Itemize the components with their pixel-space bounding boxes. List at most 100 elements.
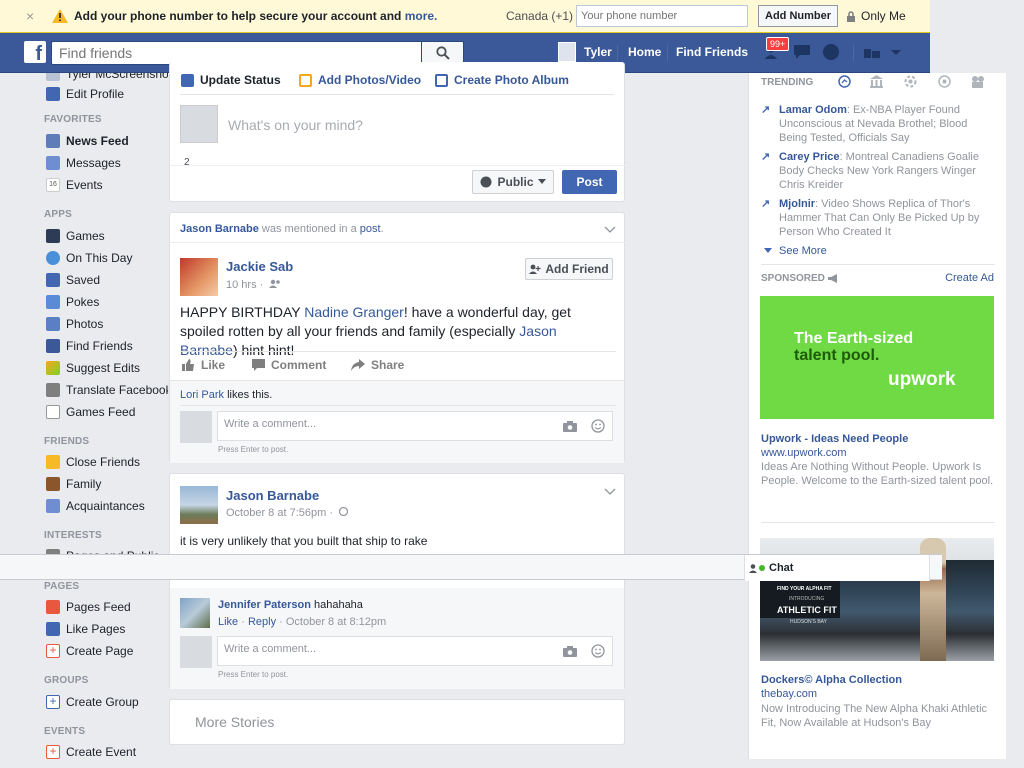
like-button[interactable]: Like xyxy=(182,358,225,372)
sports-icon[interactable] xyxy=(938,75,951,88)
post-link[interactable]: post xyxy=(360,223,381,235)
author-avatar[interactable] xyxy=(180,258,218,296)
author-name[interactable]: Jackie Sab xyxy=(226,259,293,274)
tab-add-photos[interactable]: Add Photos/Video xyxy=(299,73,421,87)
section-interests: INTERESTS xyxy=(44,530,102,541)
tab-update-status[interactable]: Update Status xyxy=(181,73,281,87)
sidebar-item-pages-feed[interactable]: Pages Feed xyxy=(46,598,131,616)
upwork-ad-image[interactable]: The Earth-sized talent pool. upwork xyxy=(760,296,994,419)
lock-icon xyxy=(847,10,855,22)
sidebar-item-events[interactable]: 16 Events xyxy=(46,176,103,194)
science-icon[interactable] xyxy=(904,75,917,88)
controller-icon xyxy=(46,405,60,419)
bookmark-icon xyxy=(46,273,60,287)
sidebar-item-profile[interactable]: Tyler McScreenshots xyxy=(46,73,168,83)
liker-name[interactable]: Lori Park xyxy=(180,389,224,401)
sidebar-item-pokes[interactable]: Pokes xyxy=(46,293,99,311)
sidebar-item-edit-profile[interactable]: Edit Profile xyxy=(46,85,124,103)
sidebar-item-suggest-edits[interactable]: Suggest Edits xyxy=(46,359,140,377)
sidebar-item-create-event[interactable]: + Create Event xyxy=(46,743,136,761)
sidebar-item-games-feed[interactable]: Games Feed xyxy=(46,403,135,421)
phone-number-input[interactable] xyxy=(576,5,748,27)
more-stories-card[interactable]: More Stories xyxy=(169,699,625,745)
status-input[interactable]: What's on your mind? xyxy=(228,117,363,133)
comment-button[interactable]: Comment xyxy=(252,358,326,372)
more-link[interactable]: more. xyxy=(405,9,438,23)
commenter-avatar[interactable] xyxy=(180,598,210,628)
create-ad-link[interactable]: Create Ad xyxy=(945,272,994,284)
chat-tab[interactable]: Chat xyxy=(744,555,930,581)
tab-create-album[interactable]: Create Photo Album xyxy=(435,73,569,87)
chevron-down-icon[interactable] xyxy=(604,226,616,234)
post-button[interactable]: Post xyxy=(562,170,617,194)
sidebar-item-close-friends[interactable]: Close Friends xyxy=(46,453,140,471)
likes-summary: Lori Park likes this. xyxy=(180,389,273,401)
ad-title[interactable]: Upwork - Ideas Need People xyxy=(761,433,908,445)
press-enter-hint: Press Enter to post. xyxy=(218,670,289,679)
sidebar-item-messages[interactable]: Messages xyxy=(46,154,121,172)
share-button[interactable]: Share xyxy=(351,358,404,372)
post-timestamp[interactable]: October 8 at 7:56pm · xyxy=(226,506,349,519)
find-friends-link[interactable]: Find Friends xyxy=(676,45,748,59)
mention-name[interactable]: Jason Barnabe xyxy=(180,223,259,235)
comment-reply-link[interactable]: Reply xyxy=(248,616,276,628)
trending-item[interactable]: ↗ Carey Price: Montreal Canadiens Goalie … xyxy=(761,150,995,192)
facebook-logo[interactable]: f xyxy=(24,41,46,63)
sidebar-item-saved[interactable]: Saved xyxy=(46,271,100,289)
globe-icon[interactable] xyxy=(822,43,840,61)
close-icon[interactable]: × xyxy=(26,8,40,24)
trending-top-icon[interactable] xyxy=(838,75,851,88)
post-timestamp[interactable]: 10 hrs · xyxy=(226,279,281,291)
see-more-link[interactable]: See More xyxy=(764,245,827,257)
sidebar-item-on-this-day[interactable]: On This Day xyxy=(46,249,132,267)
sidebar-item-translate[interactable]: Translate Facebook xyxy=(46,381,168,399)
sidebar-item-acquaintances[interactable]: Acquaintances xyxy=(46,497,145,515)
messages-icon[interactable] xyxy=(792,43,812,61)
trending-arrow-icon: ↗ xyxy=(761,104,771,116)
home-link[interactable]: Home xyxy=(628,45,661,59)
tag-nadine[interactable]: Nadine Granger xyxy=(304,304,404,320)
sidebar-item-find-friends[interactable]: Find Friends xyxy=(46,337,133,355)
audience-selector[interactable]: Public xyxy=(472,170,554,194)
comment-like-link[interactable]: Like xyxy=(218,616,238,628)
privacy-selector[interactable]: Only Me xyxy=(846,9,906,23)
comment-body: Jennifer Paterson hahahaha xyxy=(218,599,363,611)
upwork-logo: upwork xyxy=(888,369,956,390)
privacy-shortcuts-icon[interactable] xyxy=(864,47,880,59)
comment-input[interactable]: Write a comment... xyxy=(217,636,613,666)
photos-icon xyxy=(46,317,60,331)
sidebar-item-create-group[interactable]: + Create Group xyxy=(46,693,139,711)
ad-url[interactable]: www.upwork.com xyxy=(761,447,847,459)
sidebar-item-games[interactable]: Games xyxy=(46,227,105,245)
emoji-icon[interactable] xyxy=(591,419,605,433)
add-friend-button[interactable]: Add Friend xyxy=(525,258,613,280)
trending-item[interactable]: ↗ Mjolnir: Video Shows Replica of Thor's … xyxy=(761,197,995,239)
sidebar-item-photos[interactable]: Photos xyxy=(46,315,103,333)
comment-input[interactable]: Write a comment... xyxy=(217,411,613,441)
camera-icon[interactable] xyxy=(563,421,577,432)
chevron-down-icon[interactable] xyxy=(890,49,902,57)
camera-icon[interactable] xyxy=(563,646,577,657)
author-avatar[interactable] xyxy=(180,486,218,524)
add-number-button[interactable]: Add Number xyxy=(758,5,838,27)
ad-url[interactable]: thebay.com xyxy=(761,688,817,700)
comment-author[interactable]: Jennifer Paterson xyxy=(218,599,311,611)
entertainment-icon[interactable] xyxy=(971,75,986,88)
sidebar-item-create-page[interactable]: + Create Page xyxy=(46,642,133,660)
messages-icon xyxy=(46,156,60,170)
user-avatar[interactable] xyxy=(558,42,576,62)
country-code-select[interactable]: Canada (+1) xyxy=(506,9,573,23)
sidebar-item-like-pages[interactable]: Like Pages xyxy=(46,620,125,638)
sidebar-item-news-feed[interactable]: News Feed xyxy=(46,132,129,150)
author-name[interactable]: Jason Barnabe xyxy=(226,488,319,503)
emoji-icon[interactable] xyxy=(591,644,605,658)
politics-icon[interactable] xyxy=(870,75,883,88)
left-sidebar: Tyler McScreenshots Edit Profile FAVORIT… xyxy=(0,73,168,768)
sidebar-item-family[interactable]: Family xyxy=(46,475,101,493)
trending-item[interactable]: ↗ Lamar Odom: Ex-NBA Player Found Unconsc… xyxy=(761,103,995,145)
album-icon xyxy=(435,73,448,87)
profile-link[interactable]: Tyler xyxy=(584,45,612,59)
chevron-down-icon[interactable] xyxy=(604,488,616,496)
thumbs-up-icon xyxy=(182,359,194,371)
ad-title[interactable]: Dockers© Alpha Collection xyxy=(761,674,902,686)
